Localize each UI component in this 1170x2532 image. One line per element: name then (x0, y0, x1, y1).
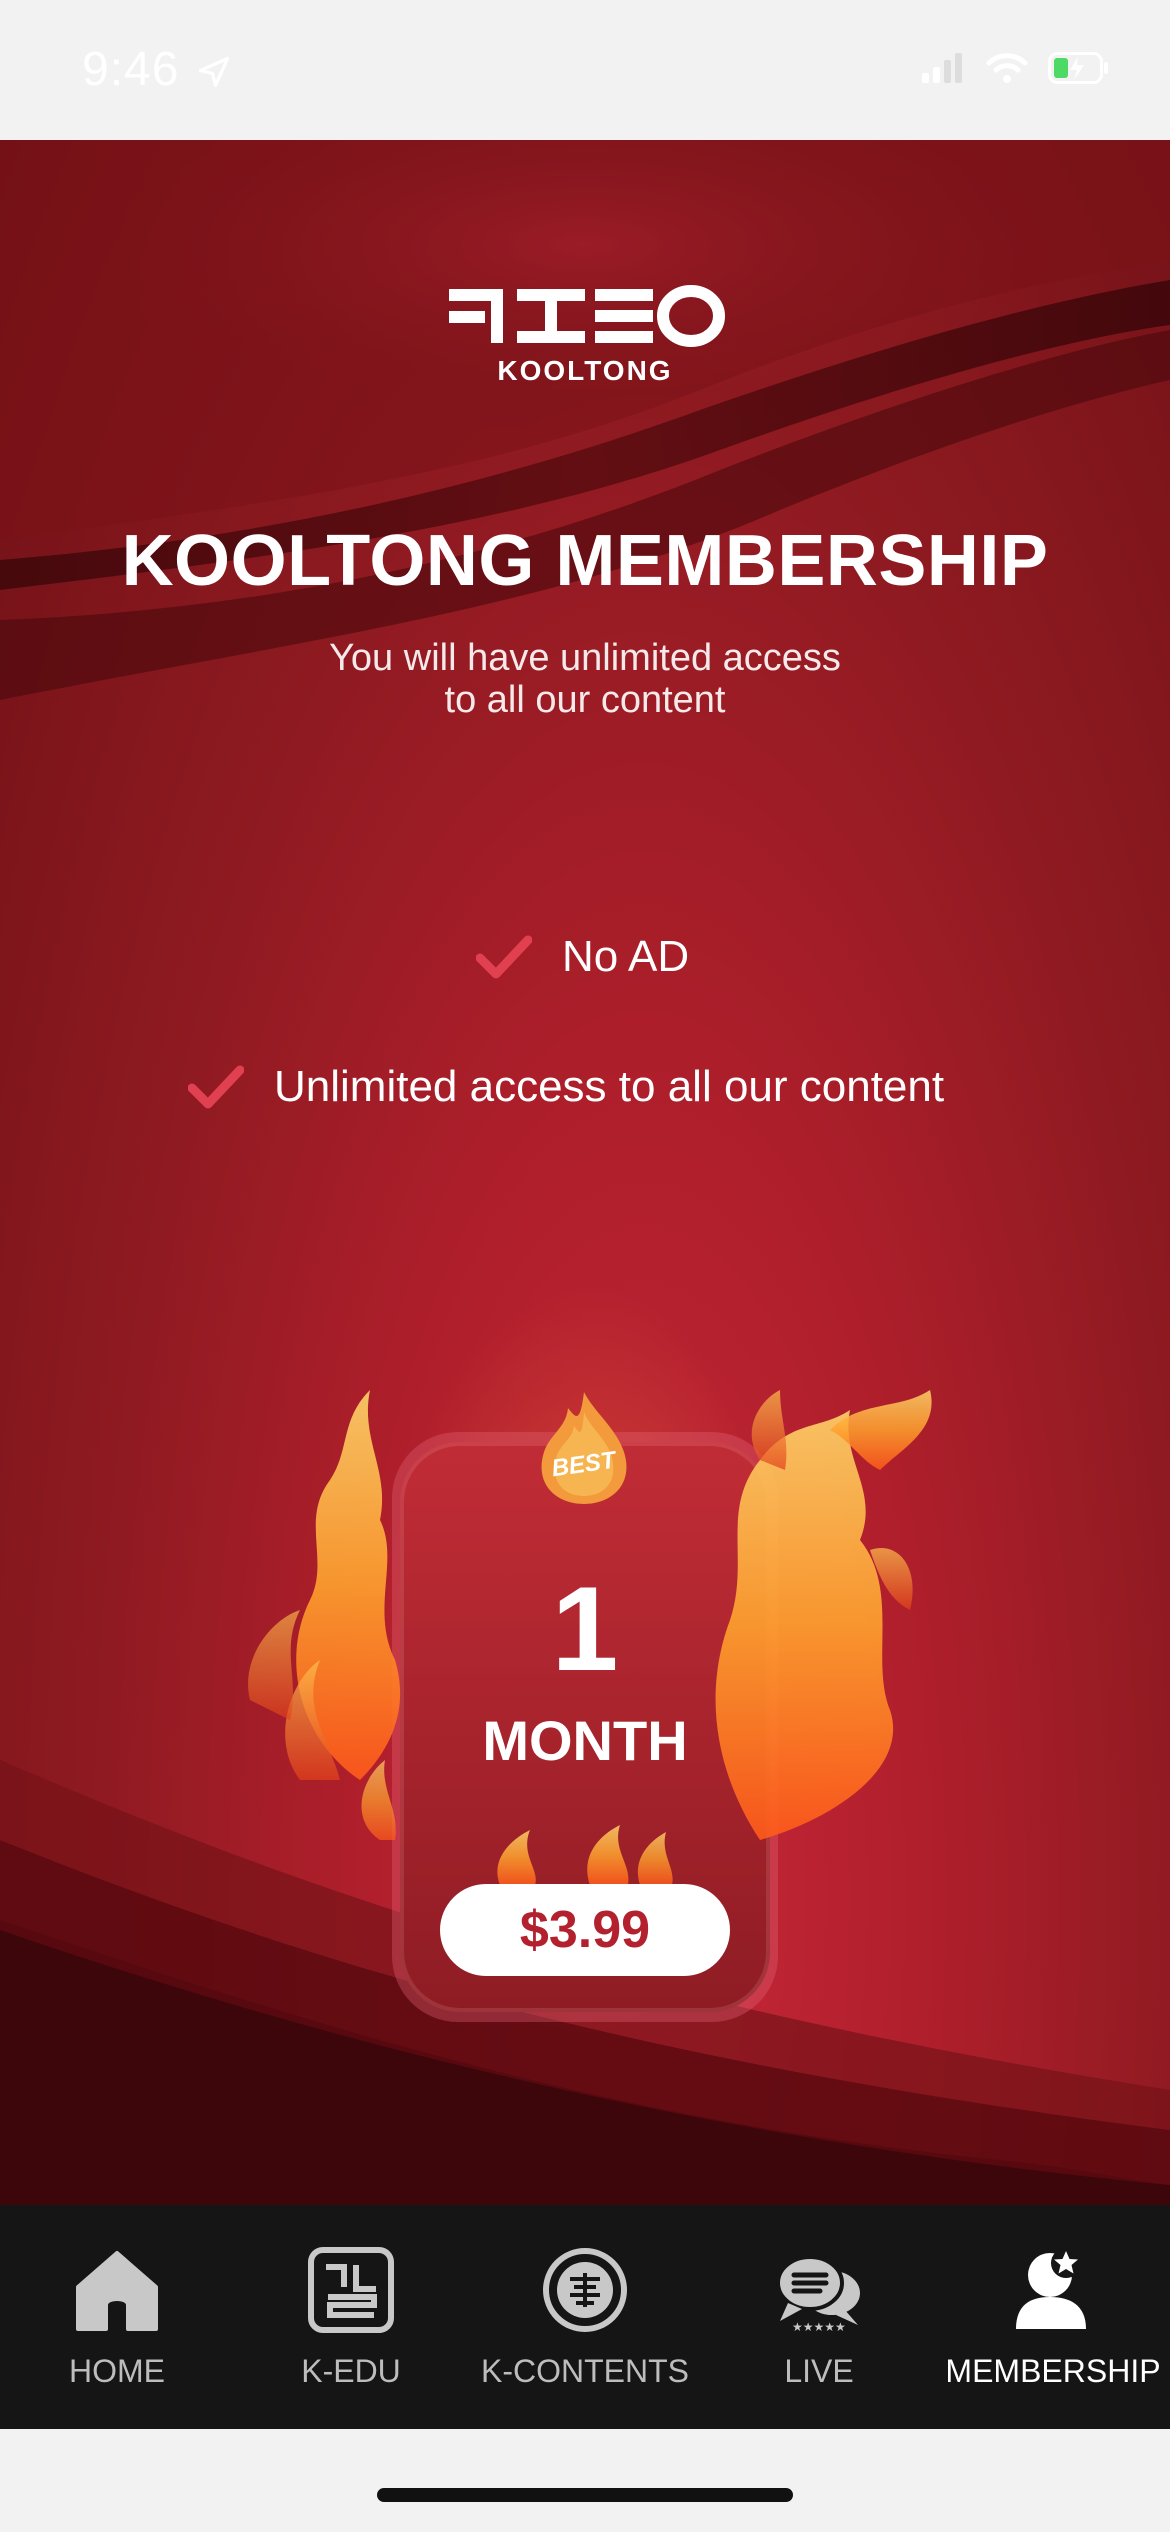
tab-membership[interactable]: MEMBERSHIP (936, 2205, 1170, 2429)
tab-label: MEMBERSHIP (945, 2353, 1161, 2389)
status-time: 9:46 (82, 43, 180, 96)
signal-icon (922, 53, 962, 83)
logo-brand-text: KOOLTONG (497, 355, 673, 386)
korean-seal-icon (543, 2248, 627, 2332)
plan-duration-value: 1 (551, 1562, 619, 1696)
home-icon (76, 2251, 158, 2331)
tab-label: K-EDU (301, 2353, 401, 2389)
home-indicator[interactable] (377, 2488, 793, 2502)
page-title: KOOLTONG MEMBERSHIP (121, 521, 1049, 601)
status-bar: 9:46 (0, 0, 1170, 140)
tab-live[interactable]: ★★★★★ LIVE (702, 2205, 936, 2429)
plan-duration-unit: MONTH (482, 1709, 688, 1772)
membership-screen: KOOLTONG KOOLTONG MEMBERSHIP You will ha… (0, 140, 1170, 2205)
subtitle-line-1: You will have unlimited access (329, 637, 841, 679)
chat-bubbles-icon: ★★★★★ (776, 2255, 860, 2334)
check-icon (476, 935, 532, 979)
battery-charging-icon (1048, 52, 1108, 84)
wifi-icon (986, 53, 1028, 83)
tab-home[interactable]: HOME (0, 2205, 234, 2429)
price-button[interactable]: $3.99 (440, 1884, 730, 1976)
page-subtitle: You will have unlimited access to all ou… (0, 637, 1170, 721)
member-star-icon (1016, 2248, 1086, 2329)
svg-text:★★★★★: ★★★★★ (792, 2320, 846, 2334)
feature-label: No AD (562, 932, 690, 981)
tab-k-contents[interactable]: K-CONTENTS (468, 2205, 702, 2429)
korean-characters-icon (308, 2247, 394, 2333)
feature-item: No AD (476, 932, 689, 982)
tab-label: K-CONTENTS (481, 2353, 689, 2389)
feature-label: Unlimited access to all our content (274, 1062, 945, 1111)
tab-label: LIVE (784, 2353, 854, 2389)
subtitle-line-2: to all our content (444, 679, 726, 721)
feature-item: Unlimited access to all our content (188, 1062, 944, 1112)
check-icon (188, 1065, 244, 1109)
logo-mark (449, 285, 725, 347)
tab-label: HOME (69, 2353, 165, 2389)
tab-k-edu[interactable]: K-EDU (234, 2205, 468, 2429)
location-arrow-icon (198, 56, 230, 88)
app-logo (0, 285, 1170, 352)
tab-bar: HOME K-EDU K-CONTENTS ★★★★★ LIVE MEMBERS… (0, 2205, 1170, 2429)
best-badge: BEST (541, 1392, 627, 1504)
